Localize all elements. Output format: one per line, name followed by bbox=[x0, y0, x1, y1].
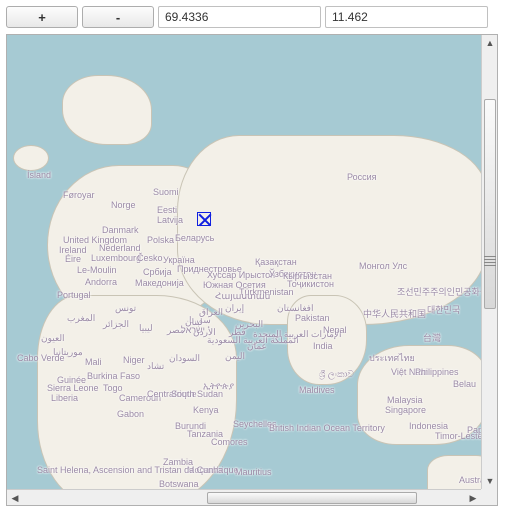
land-africa bbox=[37, 295, 237, 489]
land-india bbox=[287, 295, 367, 385]
toolbar: + - bbox=[6, 6, 500, 28]
vertical-scroll-grip bbox=[484, 256, 496, 268]
zoom-out-button[interactable]: - bbox=[82, 6, 154, 28]
map-canvas: ÍslandFøroyarSuomiРоссияNorgeEestiLatvij… bbox=[7, 35, 481, 489]
horizontal-scroll-thumb[interactable] bbox=[207, 492, 417, 504]
land-greenland bbox=[62, 75, 152, 145]
horizontal-scrollbar[interactable]: ◀ ▶ bbox=[7, 489, 481, 505]
zoom-in-button[interactable]: + bbox=[6, 6, 78, 28]
vertical-scroll-thumb[interactable] bbox=[484, 99, 496, 309]
land-australia bbox=[427, 455, 481, 489]
latitude-input[interactable] bbox=[158, 6, 321, 28]
land-iceland bbox=[13, 145, 49, 171]
map-marker bbox=[197, 212, 211, 226]
vertical-scrollbar[interactable]: ▲ ▼ bbox=[481, 35, 497, 489]
scroll-corner bbox=[481, 489, 497, 505]
scroll-down-arrow[interactable]: ▼ bbox=[482, 473, 498, 489]
map-viewport[interactable]: ÍslandFøroyarSuomiРоссияNorgeEestiLatvij… bbox=[7, 35, 481, 489]
scroll-left-arrow[interactable]: ◀ bbox=[7, 490, 23, 506]
map-frame: ÍslandFøroyarSuomiРоссияNorgeEestiLatvij… bbox=[6, 34, 498, 506]
scroll-up-arrow[interactable]: ▲ bbox=[482, 35, 498, 51]
land-sea bbox=[357, 345, 481, 445]
longitude-input[interactable] bbox=[325, 6, 488, 28]
scroll-right-arrow[interactable]: ▶ bbox=[465, 490, 481, 506]
